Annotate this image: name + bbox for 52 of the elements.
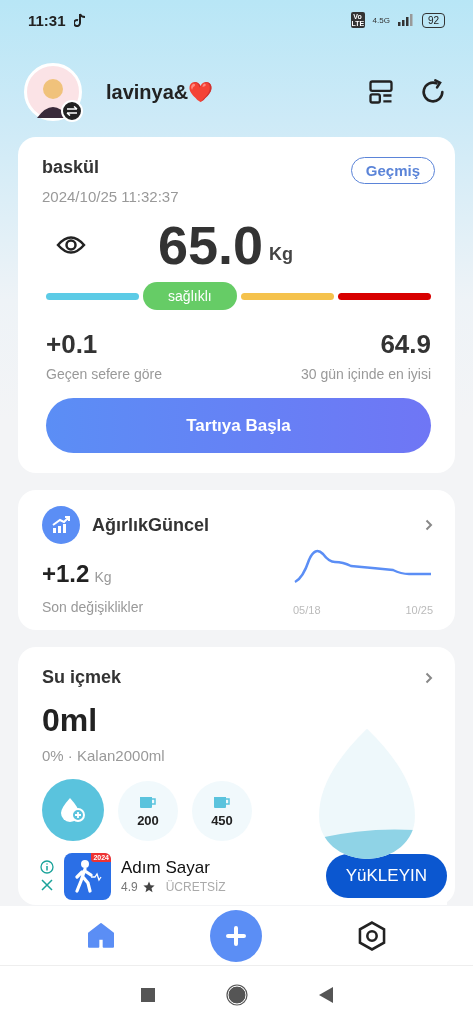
app-name: Adım Sayar [121, 858, 211, 878]
history-button[interactable]: Geçmiş [350, 157, 435, 184]
weight-unit: Kg [269, 243, 294, 265]
water-summary: 0% · Kalan2000ml [42, 747, 165, 764]
cup-icon [213, 794, 231, 809]
star-icon [142, 881, 155, 893]
water-amount: 0ml [42, 702, 98, 738]
card-title: Su içmek [42, 667, 122, 688]
walking-person-icon [72, 859, 103, 893]
recents-icon[interactable] [139, 987, 156, 1003]
layout-icon[interactable] [367, 78, 395, 106]
refresh-icon[interactable] [419, 78, 447, 106]
eye-icon[interactable] [56, 234, 86, 256]
axis-label: 10/25 [405, 604, 433, 616]
app-price: ÜCRETSİZ [165, 880, 226, 894]
change-value: +0.1 [46, 329, 98, 360]
trend-chart-icon [42, 506, 80, 544]
status-pill: sağlıklı [143, 282, 237, 310]
info-icon[interactable] [40, 860, 54, 874]
cup-icon [139, 794, 157, 809]
chevron-right-icon[interactable] [425, 671, 433, 684]
best-label: 30 gün içinde en iyisi [301, 366, 431, 382]
close-icon[interactable] [40, 878, 54, 892]
start-weighing-button[interactable]: Tartıya Başla [46, 398, 431, 453]
switch-user-icon[interactable] [61, 100, 83, 122]
plus-icon [225, 924, 248, 947]
add-button[interactable] [210, 909, 263, 962]
axis-label: 05/18 [293, 604, 321, 616]
chevron-right-icon [425, 519, 433, 531]
card-title: baskül [42, 157, 100, 178]
network-type: 4.5G [372, 15, 390, 25]
cup-button[interactable]: 200 [118, 781, 178, 841]
cup-button[interactable]: 450 [192, 781, 252, 841]
user-name: lavinya&❤ [106, 80, 215, 104]
weight-value: 65.0 [158, 214, 264, 276]
trend-unit: Kg [94, 569, 112, 585]
trend-label: Son değişiklikler [42, 599, 144, 615]
app-rating: 4.9 [121, 880, 138, 894]
signal-icon [397, 14, 414, 26]
install-button[interactable]: YüKLEYIN [325, 854, 447, 898]
clock-time: 11:31 [28, 11, 66, 29]
back-icon[interactable] [317, 986, 334, 1004]
home-icon[interactable] [225, 984, 248, 1006]
card-title: AğırlıkGüncel [92, 514, 210, 536]
trend-card[interactable]: AğırlıkGüncel +1.2 Kg Son değişiklikler 05/18 10/25 [18, 490, 455, 630]
change-label: Geçen sefere göre [46, 366, 162, 382]
music-note-icon [73, 13, 86, 27]
water-drop-plus-icon [59, 796, 87, 824]
best-value: 64.9 [380, 329, 431, 360]
battery-level: 92 [421, 12, 445, 28]
timestamp: 2024/10/25 11:32:37 [42, 188, 180, 205]
trend-value: +1.2 [42, 560, 90, 587]
